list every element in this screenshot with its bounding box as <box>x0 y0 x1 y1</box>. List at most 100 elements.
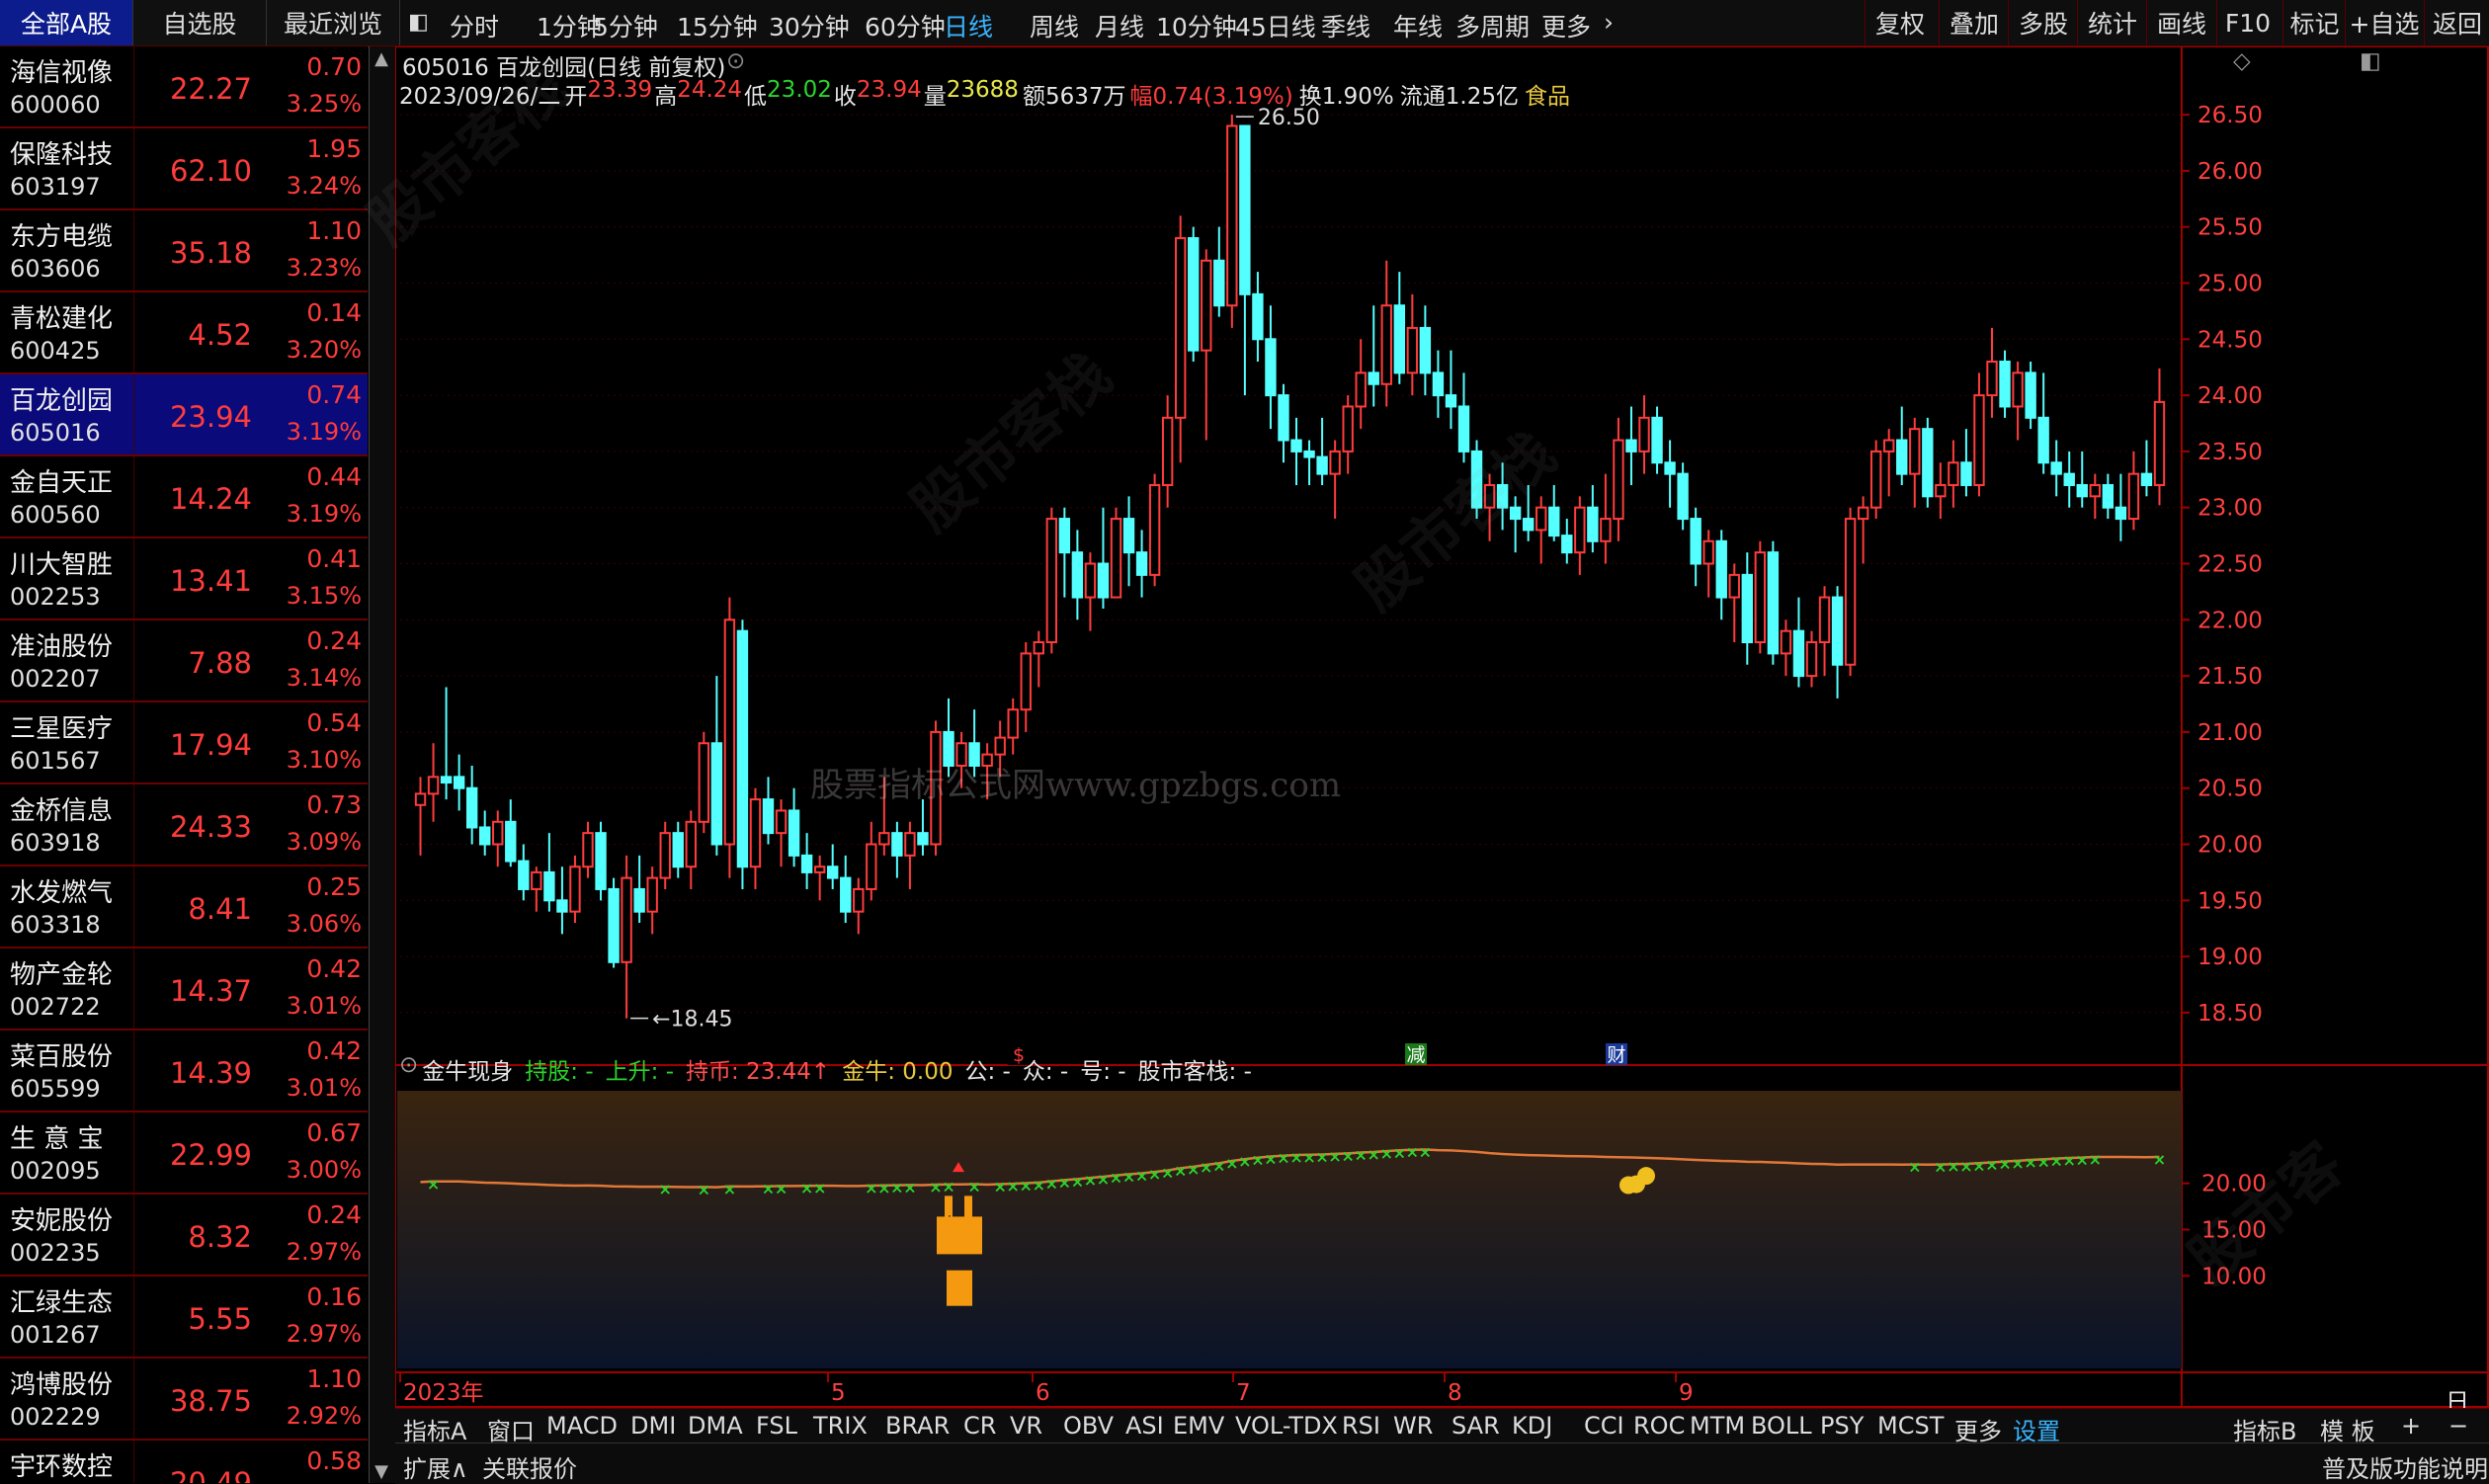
candle-body <box>633 887 645 913</box>
scroll-down-icon[interactable]: ▼ <box>373 1461 390 1482</box>
indicator-tab-21[interactable]: BOLL <box>1751 1412 1812 1440</box>
stock-row[interactable]: 菜百股份 605599 14.39 0.42 3.01% <box>0 1031 368 1113</box>
indicator-tab-5[interactable]: FSL <box>756 1412 797 1440</box>
toolbar-button-7[interactable]: +自选 <box>2345 0 2423 45</box>
stock-row[interactable]: 鸿博股份 002229 38.75 1.10 2.92% <box>0 1359 368 1441</box>
stock-row[interactable]: 金自天正 600560 14.24 0.44 3.19% <box>0 456 368 538</box>
candle-body <box>2037 416 2049 464</box>
period-tab-4[interactable]: 30分钟 <box>769 8 850 43</box>
chart-svg[interactable]: 26.50 26.00 25.50 25.00 24.50 24.00 23.50 23.00… <box>395 46 2489 1408</box>
indicator-tab-8[interactable]: CR <box>963 1412 996 1440</box>
toolbar-button-5[interactable]: F10 <box>2216 0 2279 45</box>
period-tab-11[interactable]: 季线 <box>1321 8 1370 43</box>
related-quotes-button[interactable]: 关联报价 <box>482 1449 577 1484</box>
indicator-tab-1[interactable]: 窗口 <box>487 1412 535 1446</box>
bottom-right-button-3[interactable]: − <box>2448 1412 2468 1440</box>
stock-row[interactable]: 准油股份 002207 7.88 0.24 3.14% <box>0 620 368 702</box>
bottom-right-button-0[interactable]: 指标B <box>2233 1412 2296 1446</box>
toolbar-button-4[interactable]: 画线 <box>2146 0 2216 45</box>
period-tab-3[interactable]: 15分钟 <box>677 8 758 43</box>
toolbar-button-3[interactable]: 统计 <box>2077 0 2147 45</box>
signal-marker: × <box>1033 1176 1045 1195</box>
indicator-tab-19[interactable]: ROC <box>1633 1412 1685 1440</box>
expand-circle-icon[interactable]: ⊙ <box>726 48 745 74</box>
stock-row[interactable]: 青松建化 600425 4.52 0.14 3.20% <box>0 292 368 374</box>
indicator-tab-2[interactable]: MACD <box>546 1412 618 1440</box>
candle-body <box>2102 483 2115 509</box>
scroll-up-icon[interactable]: ▲ <box>373 48 390 69</box>
candle-body <box>1393 304 1406 374</box>
period-tab-6[interactable]: 日线 <box>944 8 993 43</box>
period-tab-14[interactable]: 更多 <box>1541 8 1591 43</box>
stock-row[interactable]: 保隆科技 603197 62.10 1.95 3.24% <box>0 128 368 210</box>
stock-row[interactable]: 生 意 宝 002095 22.99 0.67 3.00% <box>0 1113 368 1195</box>
indicator-tab-12[interactable]: EMV <box>1173 1412 1224 1440</box>
tab-watchlist[interactable]: 自选股 <box>133 0 267 45</box>
stock-row[interactable]: 水发燃气 603318 8.41 0.25 3.06% <box>0 866 368 948</box>
indicator-tab-6[interactable]: TRIX <box>813 1412 868 1440</box>
indicator-tab-10[interactable]: OBV <box>1063 1412 1114 1440</box>
signal-marker: × <box>2153 1150 2166 1169</box>
indicator-tab-3[interactable]: DMI <box>630 1412 676 1440</box>
toolbar-button-0[interactable]: 复权 <box>1865 0 1935 45</box>
tab-all-a-shares[interactable]: 全部A股 <box>0 0 133 45</box>
stock-row[interactable]: 金桥信息 603918 24.33 0.73 3.09% <box>0 784 368 866</box>
stock-name: 汇绿生态 <box>10 1288 114 1318</box>
period-tab-7[interactable]: 周线 <box>1030 8 1079 43</box>
more-chevron-icon[interactable]: › <box>1604 8 1614 37</box>
stock-row[interactable]: 川大智胜 002253 13.41 0.41 3.15% <box>0 538 368 620</box>
indicator-tab-15[interactable]: WR <box>1393 1412 1433 1440</box>
stock-row[interactable]: 海信视像 600060 22.27 0.70 3.25% <box>0 46 368 128</box>
period-tab-2[interactable]: 5分钟 <box>593 8 658 43</box>
list-scrollbar[interactable]: ▲ ▼ <box>369 46 395 1483</box>
industry-value[interactable]: 食品 <box>1525 77 1570 111</box>
indicator-tab-0[interactable]: 指标A <box>403 1412 466 1446</box>
candle-body <box>608 887 620 963</box>
stock-row[interactable]: 百龙创园 605016 23.94 0.74 3.19% <box>0 374 368 456</box>
bottom-right-button-1[interactable]: 模 板 <box>2320 1412 2375 1446</box>
indicator-tab-23[interactable]: MCST <box>1877 1412 1944 1440</box>
stock-row[interactable]: 三星医疗 601567 17.94 0.54 3.10% <box>0 702 368 784</box>
window-icon[interactable]: ◧ <box>2360 48 2381 74</box>
toolbar-button-2[interactable]: 多股 <box>2008 0 2078 45</box>
stock-row[interactable]: 汇绿生态 001267 5.55 0.16 2.97% <box>0 1277 368 1359</box>
indicator-tab-24[interactable]: 更多 <box>1954 1412 2002 1446</box>
tab-recent[interactable]: 最近浏览 <box>267 0 400 45</box>
indicator-tab-25[interactable]: 设置 <box>2013 1412 2060 1446</box>
help-link[interactable]: 普及版功能说明 <box>2322 1449 2488 1484</box>
layout-toggle-icon[interactable]: ◧ <box>408 10 429 35</box>
stock-row[interactable]: 安妮股份 002235 8.32 0.24 2.97% <box>0 1195 368 1277</box>
period-tab-0[interactable]: 分时 <box>450 8 499 43</box>
signal-marker: × <box>1097 1170 1110 1189</box>
toolbar-button-8[interactable]: 返回 <box>2424 0 2489 45</box>
indicator-tab-4[interactable]: DMA <box>688 1412 743 1440</box>
period-tab-10[interactable]: 45日线 <box>1235 8 1316 43</box>
indicator-tab-14[interactable]: RSI <box>1342 1412 1380 1440</box>
indicator-menu-icon[interactable]: ⊙ <box>399 1052 418 1086</box>
period-tab-8[interactable]: 月线 <box>1095 8 1144 43</box>
stock-row[interactable]: 物产金轮 002722 14.37 0.42 3.01% <box>0 948 368 1031</box>
stock-price: 17.94 <box>169 728 252 762</box>
toolbar-button-6[interactable]: 标记 <box>2282 0 2346 45</box>
toolbar-button-1[interactable]: 叠加 <box>1939 0 2009 45</box>
diamond-icon[interactable]: ◇ <box>2233 48 2251 74</box>
indicator-tab-7[interactable]: BRAR <box>885 1412 950 1440</box>
indicator-tab-13[interactable]: VOL-TDX <box>1235 1412 1338 1440</box>
stock-row[interactable]: 宇环数控00290320.490.582.91% <box>0 1441 368 1483</box>
indicator-tab-22[interactable]: PSY <box>1820 1412 1864 1440</box>
indicator-tab-18[interactable]: CCI <box>1584 1412 1624 1440</box>
indicator-tab-9[interactable]: VR <box>1010 1412 1042 1440</box>
indicator-tab-17[interactable]: KDJ <box>1512 1412 1552 1440</box>
expand-button[interactable]: 扩展∧ <box>403 1449 468 1484</box>
period-tab-13[interactable]: 多周期 <box>1455 8 1530 43</box>
signal-marker: × <box>1084 1171 1097 1190</box>
chart-area[interactable]: 26.50 26.00 25.50 25.00 24.50 24.00 23.50 23.00… <box>395 46 2489 1483</box>
indicator-tab-20[interactable]: MTM <box>1690 1412 1745 1440</box>
indicator-tab-16[interactable]: SAR <box>1452 1412 1500 1440</box>
indicator-tab-11[interactable]: ASI <box>1125 1412 1164 1440</box>
period-tab-5[interactable]: 60分钟 <box>865 8 946 43</box>
period-tab-9[interactable]: 10分钟 <box>1156 8 1237 43</box>
period-tab-12[interactable]: 年线 <box>1393 8 1443 43</box>
stock-row[interactable]: 东方电缆 603606 35.18 1.10 3.23% <box>0 210 368 292</box>
bottom-right-button-2[interactable]: + <box>2401 1412 2421 1440</box>
